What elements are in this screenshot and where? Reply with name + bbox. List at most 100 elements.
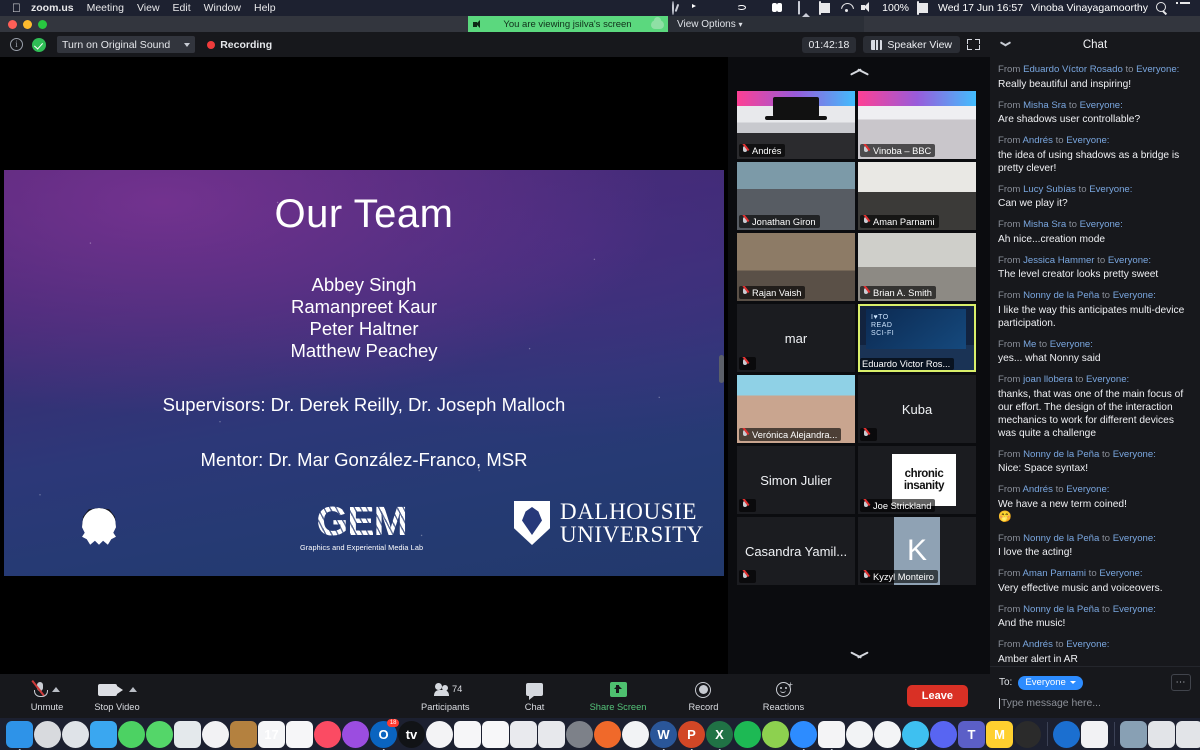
info-icon[interactable]: i <box>10 38 23 51</box>
zoom-icon[interactable] <box>735 2 748 14</box>
dock-item-mail[interactable] <box>90 720 117 748</box>
dock-item-facetime[interactable] <box>118 720 145 748</box>
chat-recipient-select[interactable]: Everyone <box>1018 675 1083 690</box>
menu-edit[interactable]: Edit <box>173 2 191 14</box>
participant-tile[interactable]: Jonathan Giron <box>737 162 855 230</box>
clock[interactable]: Wed 17 Jun 16:57 <box>938 2 1023 14</box>
participant-tile[interactable]: Simon Julier <box>737 446 855 514</box>
share-screen-button[interactable]: Share Screen <box>584 680 653 712</box>
dock-item-maps[interactable] <box>174 720 201 748</box>
dock-item-miro[interactable]: M <box>986 720 1013 748</box>
filmstrip-scroll-up-button[interactable] <box>728 57 990 91</box>
shared-screen-stage[interactable]: Our Team Abbey Singh Ramanpreet Kaur Pet… <box>0 57 728 674</box>
dock-item-keynote[interactable] <box>510 720 537 748</box>
battery-icon[interactable] <box>917 1 930 15</box>
dock-item-chrome[interactable] <box>622 720 649 748</box>
chat-message-input[interactable]: Type message here... <box>999 698 1191 709</box>
dock-item-folder-photo[interactable] <box>1120 720 1147 748</box>
participant-tile[interactable]: Kuba <box>858 375 976 443</box>
close-window-button[interactable] <box>8 20 17 29</box>
dock-item-skype[interactable] <box>902 720 929 750</box>
dock-item-contacts[interactable] <box>230 720 257 748</box>
dock-item-discord[interactable] <box>930 720 957 748</box>
recording-indicator[interactable]: Recording <box>207 39 272 51</box>
filmstrip-scroll-down-button[interactable] <box>728 640 990 674</box>
dock-item-sketch[interactable] <box>874 720 901 748</box>
screencam-icon[interactable] <box>693 2 706 14</box>
dock-item-messages[interactable] <box>146 720 173 748</box>
fullscreen-icon[interactable] <box>967 38 980 51</box>
participant-tile[interactable]: Rajan Vaish <box>737 233 855 301</box>
dock-item-system-preferences[interactable] <box>566 720 593 748</box>
audio-options-chevron-icon[interactable] <box>52 687 60 692</box>
more-options-icon[interactable]: ⋯ <box>1171 674 1191 691</box>
record-button[interactable]: Record <box>674 680 732 712</box>
battery-bar-icon[interactable] <box>819 1 832 15</box>
mute-button[interactable]: Unmute <box>18 680 76 712</box>
airplay-icon[interactable] <box>798 1 811 15</box>
dock-item-word[interactable]: W <box>650 720 677 750</box>
dock-item-excel[interactable]: X <box>706 720 733 750</box>
participant-tile[interactable]: Casandra Yamil... <box>737 517 855 585</box>
compass-icon[interactable] <box>672 1 685 15</box>
participant-tile[interactable]: K Kyzyl Monteiro <box>858 517 976 585</box>
dock-item-slack[interactable] <box>818 720 845 750</box>
participant-tile[interactable]: mar <box>737 304 855 372</box>
participant-tile[interactable]: Brian A. Smith <box>858 233 976 301</box>
dock-item-firefox[interactable] <box>594 720 621 748</box>
shield-icon[interactable] <box>714 2 727 14</box>
menu-window[interactable]: Window <box>204 2 241 14</box>
dock-item-news[interactable] <box>426 720 453 748</box>
video-options-chevron-icon[interactable] <box>128 687 137 692</box>
chevron-down-icon[interactable] <box>184 42 191 47</box>
participant-tile[interactable]: chronic insanity Joe Strickland <box>858 446 976 514</box>
dock-item-document-stack-1[interactable] <box>1148 720 1175 748</box>
participants-button[interactable]: 74 Participants <box>415 680 476 712</box>
dock-item-gimp[interactable] <box>1014 720 1041 748</box>
dock-item-document-stack-2[interactable] <box>1176 720 1200 748</box>
dock-item-kite[interactable] <box>762 720 789 748</box>
dock-item-powerpoint[interactable]: P <box>678 720 705 750</box>
wifi-icon[interactable] <box>840 2 853 14</box>
reactions-button[interactable]: + Reactions <box>754 680 812 712</box>
apple-logo-icon[interactable]:  <box>12 2 21 14</box>
leave-button[interactable]: Leave <box>906 685 968 707</box>
dock-item-zoom[interactable] <box>790 720 817 750</box>
chat-button[interactable]: Chat <box>506 680 564 712</box>
stop-video-button[interactable]: Stop Video <box>88 680 146 712</box>
encrypted-check-icon[interactable] <box>32 37 46 52</box>
view-options-button[interactable]: View Options ▾ <box>668 19 752 30</box>
dock-item-quicktime[interactable] <box>1053 720 1080 748</box>
chevron-down-icon[interactable] <box>1000 42 1011 48</box>
search-icon[interactable] <box>1156 2 1169 14</box>
control-center-icon[interactable] <box>1176 2 1190 14</box>
dock-item-music[interactable] <box>314 720 341 748</box>
dock-item-reminders[interactable] <box>286 720 313 748</box>
dock-item-outlook[interactable]: O 18 <box>370 718 399 750</box>
dock-item-apple-tv[interactable]: tv <box>398 720 425 748</box>
menu-help[interactable]: Help <box>254 2 276 14</box>
dock-item-photos[interactable] <box>202 720 229 748</box>
record-icon[interactable] <box>756 2 769 14</box>
dock-item-launchpad[interactable] <box>34 720 61 748</box>
menu-view[interactable]: View <box>137 2 160 14</box>
participant-tile[interactable]: Aman Parnami <box>858 162 976 230</box>
current-user-name[interactable]: Vinoba Vinayagamoorthy <box>1031 2 1148 14</box>
dock-item-spotify[interactable] <box>734 720 761 748</box>
menu-meeting[interactable]: Meeting <box>87 2 124 14</box>
dock-item-calendar[interactable]: 17 <box>258 720 285 748</box>
participant-tile[interactable]: Andrés <box>737 91 855 159</box>
dock-item-teamviewer[interactable] <box>846 720 873 748</box>
participant-tile[interactable]: I♥TO READ SCI-FI Eduardo Victor Ros... <box>858 304 976 372</box>
dock-item-microsoft-teams[interactable]: T <box>958 720 985 748</box>
dock-item-safari[interactable] <box>62 720 89 748</box>
stage-scrollbar-handle[interactable] <box>719 355 724 383</box>
dock-item-preview[interactable] <box>538 720 565 748</box>
dock-item-numbers[interactable] <box>454 720 481 748</box>
participant-tile[interactable]: Verónica Alejandra... <box>737 375 855 443</box>
menu-zoom-us[interactable]: zoom.us <box>31 2 74 14</box>
binoculars-icon[interactable] <box>777 2 790 14</box>
dock-item-finder[interactable] <box>6 720 33 750</box>
minimize-window-button[interactable] <box>23 20 32 29</box>
maximize-window-button[interactable] <box>38 20 47 29</box>
